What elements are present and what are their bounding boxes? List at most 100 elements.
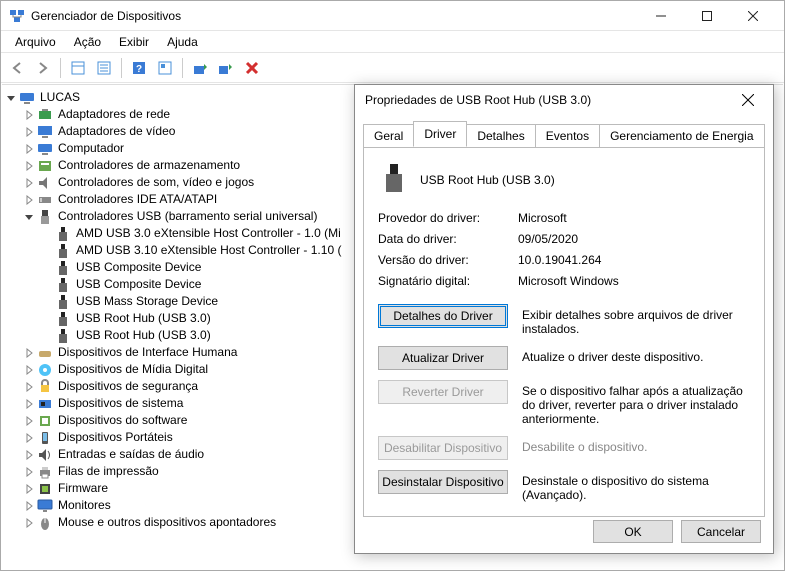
- tree-item-label: Adaptadores de rede: [56, 106, 172, 123]
- properties-dialog: Propriedades de USB Root Hub (USB 3.0) G…: [354, 84, 774, 554]
- version-value: 10.0.19041.264: [518, 253, 750, 267]
- tree-item-label: Computador: [56, 140, 126, 157]
- dialog-titlebar: Propriedades de USB Root Hub (USB 3.0): [355, 85, 773, 115]
- update-driver-desc: Atualize o driver deste dispositivo.: [522, 346, 750, 364]
- expander-icon[interactable]: [40, 295, 54, 309]
- toolbar-show-hide[interactable]: [66, 56, 90, 80]
- toolbar-scan[interactable]: [153, 56, 177, 80]
- usb-dev-icon: [55, 328, 71, 344]
- toolbar-help[interactable]: ?: [127, 56, 151, 80]
- tree-item-label: Entradas e saídas de áudio: [56, 446, 206, 463]
- tab-detalhes[interactable]: Detalhes: [466, 124, 535, 148]
- expander-icon[interactable]: [22, 363, 36, 377]
- toolbar-properties[interactable]: [92, 56, 116, 80]
- tree-item-label: Firmware: [56, 480, 110, 497]
- tree-item-label: Dispositivos de Interface Humana: [56, 344, 239, 361]
- printer-icon: [37, 464, 53, 480]
- expander-icon[interactable]: [40, 312, 54, 326]
- tree-item-label: USB Mass Storage Device: [74, 293, 220, 310]
- tab-driver[interactable]: Driver: [413, 121, 467, 147]
- rollback-driver-desc: Se o dispositivo falhar após a atualizaç…: [522, 380, 750, 426]
- tab-strip: Geral Driver Detalhes Eventos Gerenciame…: [355, 115, 773, 147]
- expander-icon[interactable]: [40, 261, 54, 275]
- expander-icon[interactable]: [22, 210, 36, 224]
- ide-icon: [37, 192, 53, 208]
- tab-eventos[interactable]: Eventos: [535, 124, 600, 148]
- toolbar-forward[interactable]: [31, 56, 55, 80]
- cancel-button[interactable]: Cancelar: [681, 520, 761, 543]
- date-label: Data do driver:: [378, 232, 518, 246]
- expander-icon[interactable]: [4, 91, 18, 105]
- minimize-button[interactable]: [638, 1, 684, 30]
- tree-item-label: USB Root Hub (USB 3.0): [74, 327, 213, 344]
- expander-icon[interactable]: [40, 244, 54, 258]
- expander-icon[interactable]: [22, 516, 36, 530]
- expander-icon[interactable]: [22, 346, 36, 360]
- close-button[interactable]: [730, 1, 776, 30]
- expander-icon[interactable]: [22, 380, 36, 394]
- menubar: Arquivo Ação Exibir Ajuda: [1, 31, 784, 53]
- tab-body-driver: USB Root Hub (USB 3.0) Provedor do drive…: [363, 147, 765, 517]
- driver-details-desc: Exibir detalhes sobre arquivos de driver…: [522, 304, 750, 336]
- version-label: Versão do driver:: [378, 253, 518, 267]
- expander-icon[interactable]: [22, 159, 36, 173]
- audio-icon: [37, 447, 53, 463]
- firmware-icon: [37, 481, 53, 497]
- expander-icon[interactable]: [22, 125, 36, 139]
- net-icon: [37, 107, 53, 123]
- usb-dev-icon: [55, 311, 71, 327]
- toolbar-update[interactable]: [188, 56, 212, 80]
- system-icon: [37, 396, 53, 412]
- driver-details-button[interactable]: Detalhes do Driver: [378, 304, 508, 328]
- usb-dev-icon: [55, 277, 71, 293]
- tab-geral[interactable]: Geral: [363, 124, 414, 148]
- tree-item-label: USB Composite Device: [74, 259, 203, 276]
- mouse-icon: [37, 515, 53, 531]
- tab-energia[interactable]: Gerenciamento de Energia: [599, 124, 764, 148]
- expander-icon[interactable]: [22, 499, 36, 513]
- rollback-driver-button: Reverter Driver: [378, 380, 508, 404]
- computer-icon: [37, 141, 53, 157]
- menu-exibir[interactable]: Exibir: [111, 33, 157, 51]
- expander-icon[interactable]: [40, 227, 54, 241]
- toolbar-back[interactable]: [5, 56, 29, 80]
- expander-icon[interactable]: [22, 482, 36, 496]
- uninstall-device-button[interactable]: Desinstalar Dispositivo: [378, 470, 508, 494]
- toolbar: ?: [1, 53, 784, 83]
- dialog-close-button[interactable]: [733, 86, 763, 114]
- ok-button[interactable]: OK: [593, 520, 673, 543]
- expander-icon[interactable]: [22, 397, 36, 411]
- expander-icon[interactable]: [22, 448, 36, 462]
- usb-dev-icon: [55, 243, 71, 259]
- expander-icon[interactable]: [22, 142, 36, 156]
- uninstall-device-desc: Desinstale o dispositivo do sistema (Ava…: [522, 470, 750, 502]
- tree-item-label: Mouse e outros dispositivos apontadores: [56, 514, 278, 531]
- disable-device-button: Desabilitar Dispositivo: [378, 436, 508, 460]
- app-icon: [9, 8, 25, 24]
- menu-arquivo[interactable]: Arquivo: [7, 33, 64, 51]
- tree-item-label: Monitores: [56, 497, 113, 514]
- sound-icon: [37, 175, 53, 191]
- tree-item-label: Controladores de som, vídeo e jogos: [56, 174, 256, 191]
- update-driver-button[interactable]: Atualizar Driver: [378, 346, 508, 370]
- menu-ajuda[interactable]: Ajuda: [159, 33, 206, 51]
- expander-icon[interactable]: [22, 176, 36, 190]
- expander-icon[interactable]: [40, 278, 54, 292]
- disable-device-desc: Desabilite o dispositivo.: [522, 436, 750, 454]
- expander-icon[interactable]: [22, 465, 36, 479]
- expander-icon[interactable]: [22, 193, 36, 207]
- expander-icon[interactable]: [40, 329, 54, 343]
- toolbar-uninstall[interactable]: [214, 56, 238, 80]
- tree-item-label: Dispositivos de Mídia Digital: [56, 361, 210, 378]
- tree-item-label: LUCAS: [38, 89, 82, 106]
- maximize-button[interactable]: [684, 1, 730, 30]
- tree-item-label: Dispositivos Portáteis: [56, 429, 175, 446]
- usb-dev-icon: [55, 260, 71, 276]
- tree-item-label: Dispositivos do software: [56, 412, 189, 429]
- toolbar-disable[interactable]: [240, 56, 264, 80]
- menu-acao[interactable]: Ação: [66, 33, 109, 51]
- expander-icon[interactable]: [22, 414, 36, 428]
- expander-icon[interactable]: [22, 431, 36, 445]
- expander-icon[interactable]: [22, 108, 36, 122]
- signer-label: Signatário digital:: [378, 274, 518, 288]
